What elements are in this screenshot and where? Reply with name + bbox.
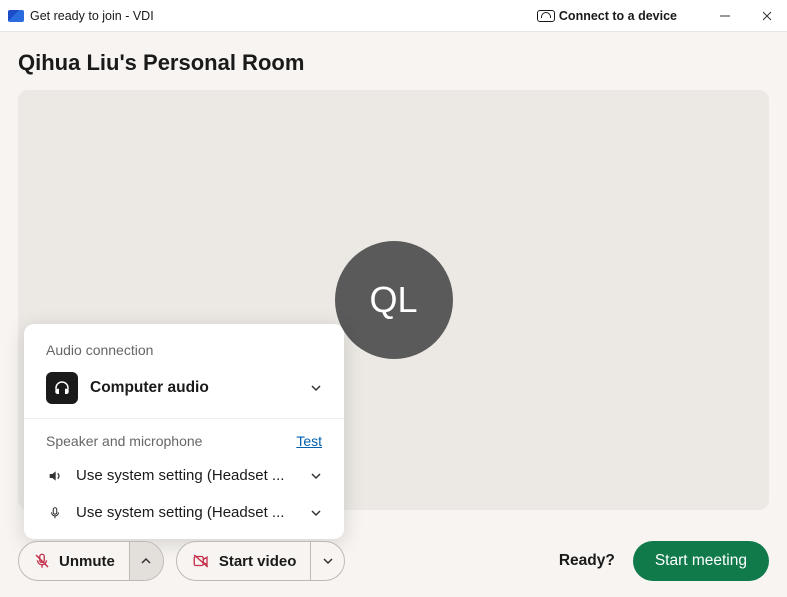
connect-device-label: Connect to a device	[559, 9, 677, 23]
speaker-mic-section-header: Speaker and microphone Test	[24, 419, 344, 457]
microphone-icon	[46, 505, 64, 521]
start-meeting-button[interactable]: Start meeting	[633, 541, 769, 581]
headset-icon	[46, 372, 78, 404]
mic-muted-icon	[33, 552, 51, 570]
minimize-icon	[719, 10, 731, 22]
microphone-selector[interactable]: Use system setting (Headset ...	[24, 494, 344, 531]
start-video-label: Start video	[219, 553, 297, 570]
chevron-down-icon	[310, 382, 322, 394]
camera-off-icon	[191, 552, 211, 570]
unmute-label: Unmute	[59, 553, 115, 570]
app-icon	[8, 10, 24, 22]
close-button[interactable]	[755, 8, 779, 24]
unmute-options-button[interactable]	[129, 542, 163, 580]
titlebar: Get ready to join - VDI Connect to a dev…	[0, 0, 787, 32]
audio-popup-heading: Audio connection	[24, 342, 344, 372]
chevron-down-icon	[310, 507, 322, 519]
unmute-button[interactable]: Unmute	[19, 542, 129, 580]
audio-type-selector[interactable]: Computer audio	[24, 372, 344, 419]
mic-device-label: Use system setting (Headset ...	[76, 504, 298, 521]
start-video-button[interactable]: Start video	[177, 542, 311, 580]
bottom-bar: Unmute Start video Ready? Start meeting	[18, 541, 769, 581]
speaker-icon	[46, 468, 64, 484]
speaker-mic-label: Speaker and microphone	[46, 433, 202, 449]
audio-connection-popup: Audio connection Computer audio Speaker …	[24, 324, 344, 539]
speaker-device-label: Use system setting (Headset ...	[76, 467, 298, 484]
cast-icon	[537, 10, 555, 22]
video-options-button[interactable]	[310, 542, 344, 580]
close-icon	[761, 10, 773, 22]
window-controls	[713, 8, 779, 24]
window-title: Get ready to join - VDI	[30, 9, 154, 23]
speaker-selector[interactable]: Use system setting (Headset ...	[24, 457, 344, 494]
chevron-down-icon	[322, 555, 334, 567]
start-video-control: Start video	[176, 541, 346, 581]
connect-to-device-button[interactable]: Connect to a device	[537, 9, 677, 23]
test-audio-link[interactable]: Test	[296, 433, 322, 449]
chevron-up-icon	[140, 555, 152, 567]
avatar: QL	[335, 241, 453, 359]
page-title: Qihua Liu's Personal Room	[18, 50, 769, 76]
chevron-down-icon	[310, 470, 322, 482]
titlebar-left: Get ready to join - VDI	[8, 9, 531, 23]
ready-label: Ready?	[559, 552, 615, 570]
unmute-control: Unmute	[18, 541, 164, 581]
minimize-button[interactable]	[713, 8, 737, 24]
audio-type-label: Computer audio	[90, 379, 298, 397]
